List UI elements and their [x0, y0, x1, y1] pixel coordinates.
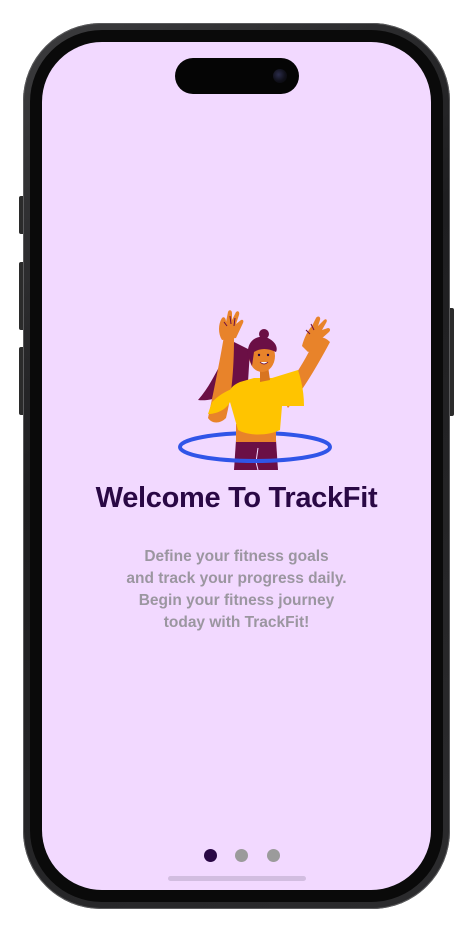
description-line: today with TrackFit! — [163, 614, 310, 631]
phone-frame: Welcome To TrackFit Define your fitness … — [23, 23, 450, 909]
front-camera-icon — [273, 69, 287, 83]
device-stage: Welcome To TrackFit Define your fitness … — [0, 0, 473, 932]
page-dot-2[interactable] — [235, 849, 248, 862]
phone-bezel: Welcome To TrackFit Define your fitness … — [30, 30, 443, 902]
page-indicator — [42, 849, 431, 863]
home-indicator[interactable] — [168, 876, 306, 881]
onboarding-screen: Welcome To TrackFit Define your fitness … — [42, 42, 431, 890]
welcome-description: Define your fitness goals and track your… — [82, 546, 391, 634]
dynamic-island — [175, 58, 299, 94]
page-dot-3[interactable] — [267, 849, 280, 862]
woman-hula-hoop-illustration — [168, 290, 338, 471]
description-line: Define your fitness goals — [144, 548, 329, 565]
description-line: Begin your fitness journey — [138, 592, 335, 609]
page-dot-1-active[interactable] — [204, 849, 217, 862]
welcome-title: Welcome To TrackFit — [95, 482, 378, 514]
description-line: and track your progress daily. — [126, 570, 347, 587]
